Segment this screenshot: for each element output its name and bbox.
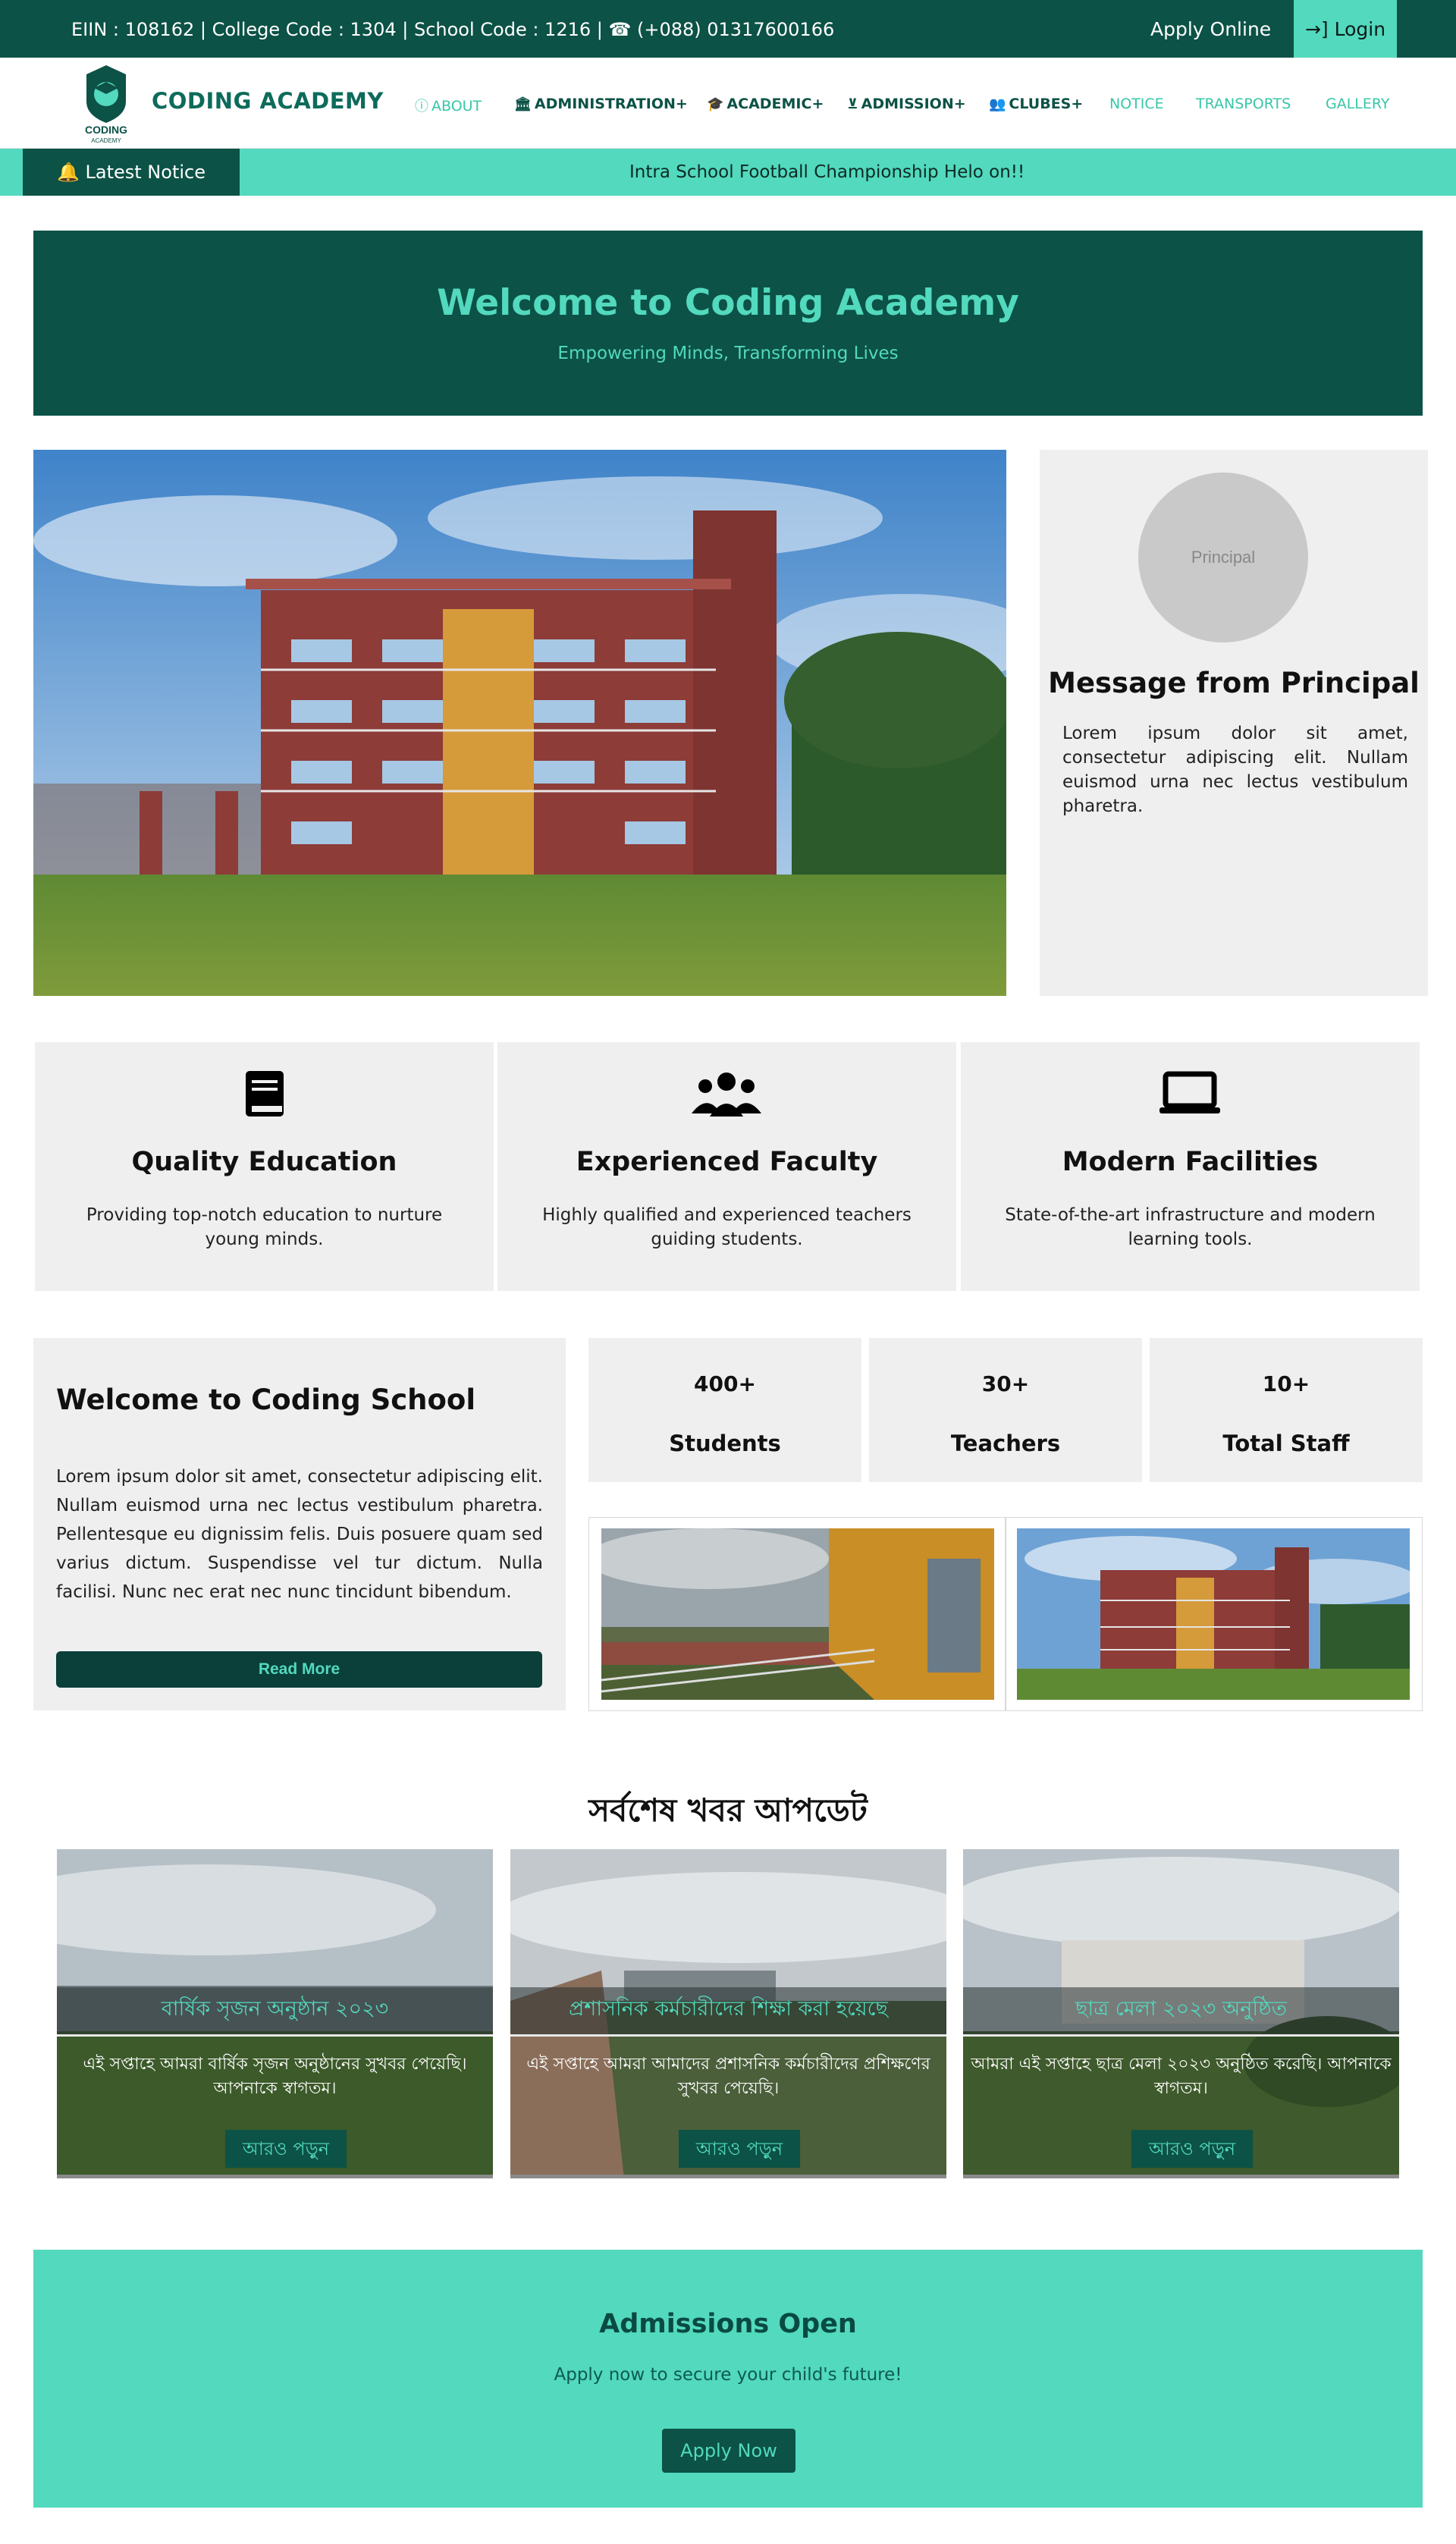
stat-value: 30+ (981, 1371, 1030, 1396)
news-card-divider (510, 2034, 946, 2037)
top-info-bar: EIIN : 108162 | College Code : 1304 | Sc… (0, 0, 1456, 58)
feature-card-education: Quality Education Providing top-notch ed… (35, 1042, 494, 1291)
nav-notice[interactable]: NOTICE (1109, 96, 1164, 112)
nav-academic[interactable]: 🎓 ACADEMIC+ (707, 96, 824, 112)
principal-message-text: Lorem ipsum dolor sit amet, consectetur … (1062, 724, 1408, 816)
feature-text: Highly qualified and experienced teacher… (542, 1205, 912, 1249)
logo-subtext: ACADEMY (91, 137, 121, 144)
nav-gallery[interactable]: GALLERY (1326, 96, 1390, 112)
news-section-heading: সর্বশেষ খবর আপডেট (588, 1792, 868, 1829)
nav-academic-label: ACADEMIC+ (726, 96, 824, 112)
admissions-title: Admissions Open (599, 2309, 857, 2339)
stat-value: 400+ (694, 1371, 756, 1396)
nav-admission[interactable]: ⊻ ADMISSION+ (847, 96, 966, 112)
nav-transports[interactable]: TRANSPORTS (1196, 96, 1291, 112)
news-card-text: আমরা এই সপ্তাহে ছাত্র মেলা ২০২৩ অনুষ্ঠিত… (963, 2052, 1399, 2101)
welcome-title: Welcome to Coding School (56, 1383, 476, 1416)
book-icon (246, 1071, 284, 1117)
notice-ticker: 🔔 Latest Notice Intra School Football Ch… (0, 149, 1456, 196)
welcome-school-block: Welcome to Coding School Lorem ipsum dol… (33, 1338, 566, 1710)
news-card-text-line: আপনাকে স্বাগতম। (213, 2079, 337, 2098)
news-card: ছাত্র মেলা ২০২৩ অনুষ্ঠিত আমরা এই সপ্তাহে… (963, 1849, 1399, 2178)
news-card-text: এই সপ্তাহে আমরা আমাদের প্রশাসনিক কর্মচার… (510, 2052, 946, 2101)
stat-card-students: 400+ Students (588, 1338, 861, 1482)
nav-administration[interactable]: 🏛 ADMINISTRATION+ (514, 96, 688, 112)
news-card-divider (963, 2034, 1399, 2037)
notice-message[interactable]: Intra School Football Championship Helo … (629, 149, 1025, 196)
building-front-photo[interactable] (1017, 1528, 1410, 1700)
apply-now-button[interactable]: Apply Now (662, 2429, 795, 2473)
news-read-more-button[interactable]: আরও পড়ুন (225, 2130, 347, 2168)
apply-online-link[interactable]: Apply Online (1150, 0, 1271, 59)
gallery-divider (1005, 1518, 1006, 1710)
main-navbar: CODING ACADEMY CODING ACADEMY ⓘ ABOUT 🏛 AD… (0, 58, 1456, 149)
news-card-text-line: আমরা এই সপ্তাহে ছাত্র মেলা ২০২৩ অনুষ্ঠিত… (971, 2055, 1392, 2074)
news-card-title: প্রশাসনিক কর্মচারীদের শিক্ষা করা হয়েছে (569, 1997, 888, 2021)
nav-about-label: ABOUT (431, 98, 482, 115)
nav-about[interactable]: ⓘ ABOUT (415, 96, 482, 115)
stat-card-staff: 10+ Total Staff (1150, 1338, 1423, 1482)
balcony-photo[interactable] (601, 1528, 994, 1700)
news-card-title: ছাত্র মেলা ২০২৩ অনুষ্ঠিত (1075, 1997, 1287, 2021)
laptop-icon (1159, 1071, 1220, 1113)
users-icon (692, 1073, 761, 1117)
news-card-text-line: সুখবর পেয়েছি। (677, 2079, 780, 2098)
stat-value: 10+ (1262, 1371, 1310, 1396)
graduation-cap-icon: 🎓 (707, 96, 724, 112)
feature-text: Providing top-notch education to nurture… (86, 1205, 443, 1249)
admissions-banner: Admissions Open Apply now to secure your… (33, 2250, 1423, 2508)
feature-title: Quality Education (131, 1147, 397, 1177)
stat-card-teachers: 30+ Teachers (869, 1338, 1142, 1482)
feature-card-faculty: Experienced Faculty Highly qualified and… (497, 1042, 956, 1291)
news-card-text-line: এই সপ্তাহে আমরা বার্ষিক সৃজন অনুষ্ঠানের … (83, 2055, 467, 2074)
academy-logo[interactable]: CODING ACADEMY (73, 61, 140, 146)
news-card: বার্ষিক সৃজন অনুষ্ঠান ২০২৩ এই সপ্তাহে আম… (57, 1849, 493, 2178)
news-card: প্রশাসনিক কর্মচারীদের শিক্ষা করা হয়েছে … (510, 1849, 946, 2178)
news-read-more-button[interactable]: আরও পড়ুন (1131, 2130, 1253, 2168)
latest-notice-label: 🔔 Latest Notice (23, 149, 240, 196)
nav-admission-label: ADMISSION+ (861, 96, 966, 112)
stat-label: Teachers (950, 1431, 1061, 1456)
nav-administration-label: ADMINISTRATION+ (534, 96, 688, 112)
building-icon: 🏛 (514, 96, 532, 112)
photo-gallery (588, 1517, 1423, 1711)
admissions-text: Apply now to secure your child's future! (554, 2365, 902, 2385)
stat-label: Students (669, 1431, 781, 1456)
news-card-title: বার্ষিক সৃজন অনুষ্ঠান ২০২৩ (161, 1997, 389, 2021)
campus-building-photo (33, 450, 1006, 996)
contact-info: EIIN : 108162 | College Code : 1304 | Sc… (71, 19, 835, 40)
login-button[interactable]: →] Login (1294, 0, 1397, 58)
news-card-text-line: স্বাগতম। (1154, 2079, 1208, 2098)
users-icon: 👥 (989, 96, 1006, 112)
stamp-icon: ⊻ (847, 96, 858, 112)
hero-title: Welcome to Coding Academy (437, 282, 1019, 324)
news-card-text-line: এই সপ্তাহে আমরা আমাদের প্রশাসনিক কর্মচার… (526, 2055, 930, 2074)
brand-name[interactable]: CODING ACADEMY (152, 88, 384, 114)
news-read-more-button[interactable]: আরও পড়ুন (679, 2130, 800, 2168)
principal-photo-placeholder: Principal (1138, 473, 1308, 642)
feature-title: Modern Facilities (1062, 1147, 1319, 1177)
news-card-text: এই সপ্তাহে আমরা বার্ষিক সৃজন অনুষ্ঠানের … (57, 2052, 493, 2101)
nav-clubes[interactable]: 👥 CLUBES+ (989, 96, 1083, 112)
logo-text: CODING (85, 124, 127, 136)
info-icon: ⓘ (415, 99, 428, 115)
stat-label: Total Staff (1222, 1431, 1350, 1456)
principal-heading: Message from Principal (1048, 667, 1420, 699)
news-card-divider (57, 2034, 493, 2037)
welcome-hero: Welcome to Coding Academy Empowering Min… (33, 231, 1423, 416)
feature-card-facilities: Modern Facilities State-of-the-art infra… (961, 1042, 1420, 1291)
principal-message-card: Principal Message from Principal Lorem i… (1040, 450, 1428, 996)
hero-subtitle: Empowering Minds, Transforming Lives (557, 344, 899, 363)
welcome-text: Lorem ipsum dolor sit amet, consectetur … (56, 1467, 543, 1602)
read-more-button[interactable]: Read More (56, 1651, 542, 1688)
feature-text: State-of-the-art infrastructure and mode… (1005, 1205, 1376, 1249)
feature-title: Experienced Faculty (576, 1147, 878, 1177)
nav-clubes-label: CLUBES+ (1009, 96, 1084, 112)
